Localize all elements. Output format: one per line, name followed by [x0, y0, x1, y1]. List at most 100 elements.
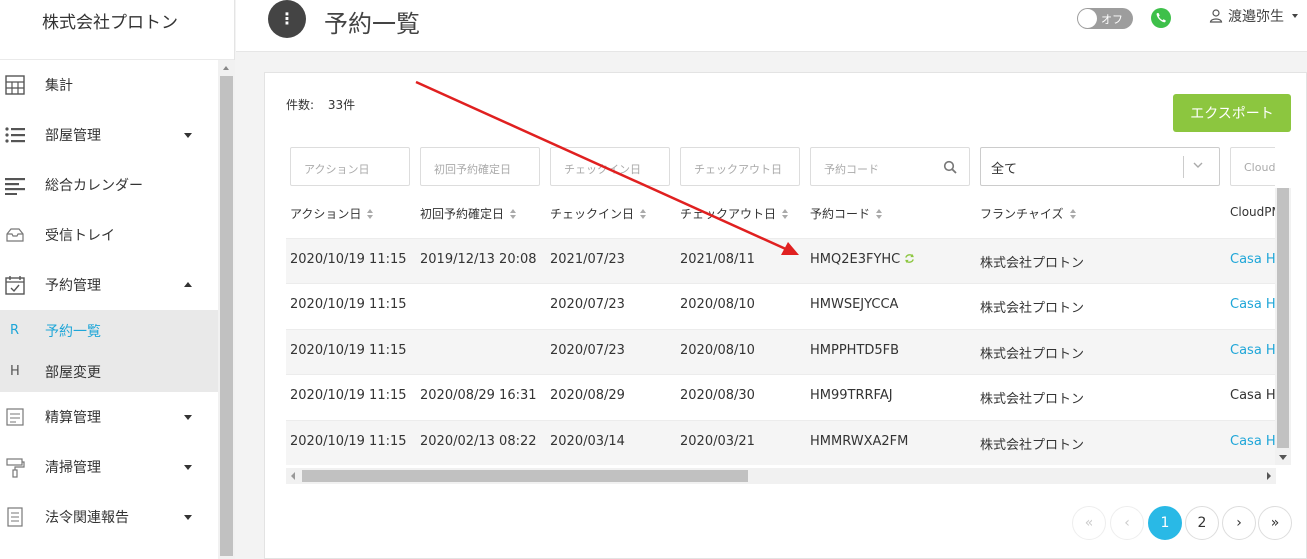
count-label: 件数:	[286, 98, 315, 112]
cell-reservation-code: HM99TRRFAJ	[810, 388, 893, 403]
filter-row: アクション日 初回予約確定日 チェックイン日 チェックアウト日 予約コード 全て…	[290, 147, 1275, 187]
sidebar-item-label: 予約管理	[45, 278, 101, 294]
sidebar-item-cleaning[interactable]: 清掃管理	[0, 442, 218, 492]
inbox-icon	[6, 228, 24, 242]
column-header-cloudpms[interactable]: CloudPM	[1230, 205, 1278, 219]
sidebar-item-legal-reports[interactable]: 法令関連報告	[0, 492, 218, 542]
cell-reservation-code: HMQ2E3FYHC	[810, 252, 916, 267]
cell-checkin: 2020/07/23	[550, 343, 625, 358]
next-page-button[interactable]: ›	[1222, 506, 1256, 540]
sidebar-subitem-reservation-list[interactable]: R 予約一覧	[0, 310, 218, 351]
cell-cloudpms-link[interactable]: Casa H	[1230, 297, 1276, 312]
sort-icon[interactable]	[781, 208, 789, 219]
sidebar-item-label: 部屋管理	[45, 128, 101, 144]
search-icon[interactable]	[943, 160, 957, 174]
column-header-checkout[interactable]: チェックアウト日	[680, 205, 789, 222]
cell-action-date: 2020/10/19 11:15	[290, 297, 407, 312]
sidebar-subitem-room-change[interactable]: H 部屋変更	[0, 351, 218, 392]
table-header: アクション日 初回予約確定日 チェックイン日 チェックアウト日 予約コード フラ…	[286, 188, 1278, 238]
cell-action-date: 2020/10/19 11:15	[290, 388, 407, 403]
action-date-filter[interactable]: アクション日	[290, 147, 410, 186]
chevron-up-icon	[184, 282, 192, 287]
sort-icon[interactable]	[639, 208, 647, 219]
reservation-list-card: 件数: 33件 エクスポート アクション日 初回予約確定日 チェックイン日 チェ…	[264, 72, 1307, 559]
scrollbar-thumb[interactable]	[220, 76, 233, 556]
shortcut-key: H	[10, 364, 20, 379]
franchise-select[interactable]: 全て	[980, 147, 1220, 186]
cell-first-confirm: 2019/12/13 20:08	[420, 252, 537, 267]
menu-toggle-button[interactable]: ⋮	[268, 0, 306, 38]
cell-checkin: 2021/07/23	[550, 252, 625, 267]
sidebar-item-rooms[interactable]: 部屋管理	[0, 110, 218, 160]
cell-cloudpms-link[interactable]: Casa H	[1230, 252, 1276, 267]
column-header-first-confirm[interactable]: 初回予約確定日	[420, 205, 517, 222]
chevron-down-icon	[184, 415, 192, 420]
last-page-button[interactable]: »	[1258, 506, 1292, 540]
scroll-right-arrow-icon[interactable]	[1267, 472, 1271, 480]
scroll-up-arrow-icon[interactable]	[223, 66, 229, 70]
sort-icon[interactable]	[509, 208, 517, 219]
sidebar: 株式会社プロトン 集計 部屋管理 総合カレンダー 受信トレイ 予約管理 R 予約…	[0, 0, 235, 559]
cell-reservation-code: HMMRWXA2FM	[810, 434, 909, 449]
phone-glyph-icon	[1156, 13, 1166, 23]
cell-cloudpms-link[interactable]: Casa H	[1230, 343, 1276, 358]
column-header-reservation-code[interactable]: 予約コード	[810, 205, 883, 222]
page-2-button[interactable]: 2	[1185, 506, 1219, 540]
cell-checkin: 2020/03/14	[550, 434, 625, 449]
sidebar-item-label: 精算管理	[45, 410, 101, 426]
cell-cloudpms-link[interactable]: Casa H	[1230, 434, 1276, 449]
sidebar-item-summary[interactable]: 集計	[0, 60, 218, 110]
scrollbar-thumb[interactable]	[1277, 188, 1289, 448]
export-button[interactable]: エクスポート	[1173, 94, 1291, 132]
cell-action-date: 2020/10/19 11:15	[290, 434, 407, 449]
chevron-down-icon	[184, 465, 192, 470]
chevron-down-icon	[1292, 14, 1298, 18]
table-row[interactable]: 2020/10/19 11:15 2020/08/29 16:31 2020/0…	[286, 374, 1278, 419]
reservation-code-filter[interactable]: 予約コード	[810, 147, 970, 186]
status-toggle[interactable]: オフ	[1077, 8, 1133, 29]
cell-franchise: 株式会社プロトン	[980, 392, 1085, 407]
list-icon	[5, 127, 25, 143]
cell-franchise: 株式会社プロトン	[980, 438, 1085, 453]
cell-franchise: 株式会社プロトン	[980, 301, 1085, 316]
first-page-button[interactable]: «	[1072, 506, 1106, 540]
cell-action-date: 2020/10/19 11:15	[290, 343, 407, 358]
first-confirm-date-filter[interactable]: 初回予約確定日	[420, 147, 540, 186]
phone-icon[interactable]	[1151, 8, 1171, 28]
column-header-checkin[interactable]: チェックイン日	[550, 205, 647, 222]
table-vertical-scrollbar[interactable]	[1275, 188, 1291, 465]
table-row[interactable]: 2020/10/19 11:15 2020/07/23 2020/08/10 H…	[286, 283, 1278, 328]
sidebar-item-inbox[interactable]: 受信トレイ	[0, 210, 218, 260]
column-header-franchise[interactable]: フランチャイズ	[980, 205, 1077, 222]
sort-icon[interactable]	[366, 208, 374, 219]
user-menu[interactable]: 渡邉弥生	[1209, 6, 1298, 26]
table-horizontal-scrollbar[interactable]	[286, 468, 1276, 484]
column-header-action-date[interactable]: アクション日	[290, 205, 374, 222]
sidebar-scrollbar[interactable]	[218, 60, 235, 559]
checkin-date-filter[interactable]: チェックイン日	[550, 147, 670, 186]
sort-icon[interactable]	[1069, 208, 1077, 219]
sidebar-item-settlement[interactable]: 精算管理	[0, 392, 218, 442]
table-row[interactable]: 2020/10/19 11:15 2019/12/13 20:08 2021/0…	[286, 238, 1278, 283]
sidebar-item-label: 法令関連報告	[45, 510, 129, 526]
sidebar-item-calendar[interactable]: 総合カレンダー	[0, 160, 218, 210]
receipt-icon	[6, 408, 24, 426]
table-row[interactable]: 2020/10/19 11:15 2020/02/13 08:22 2020/0…	[286, 420, 1278, 465]
cell-first-confirm: 2020/02/13 08:22	[420, 434, 537, 449]
document-icon	[7, 507, 23, 527]
cloudpms-filter[interactable]: Cloudb	[1230, 147, 1275, 186]
checkout-date-filter[interactable]: チェックアウト日	[680, 147, 800, 186]
toggle-knob	[1078, 9, 1097, 28]
sidebar-item-label: 総合カレンダー	[45, 178, 143, 194]
prev-page-button[interactable]: ‹	[1110, 506, 1144, 540]
sidebar-item-reservations[interactable]: 予約管理	[0, 260, 218, 310]
page-1-button[interactable]: 1	[1148, 506, 1182, 540]
top-header: ⋮ 予約一覧 オフ 渡邉弥生	[236, 0, 1307, 52]
scroll-down-arrow-icon[interactable]	[1279, 455, 1287, 460]
scroll-left-arrow-icon[interactable]	[291, 472, 295, 480]
cell-first-confirm: 2020/08/29 16:31	[420, 388, 537, 403]
table-row[interactable]: 2020/10/19 11:15 2020/07/23 2020/08/10 H…	[286, 329, 1278, 374]
cell-checkin: 2020/08/29	[550, 388, 625, 403]
scrollbar-thumb[interactable]	[302, 470, 748, 482]
sort-icon[interactable]	[875, 208, 883, 219]
